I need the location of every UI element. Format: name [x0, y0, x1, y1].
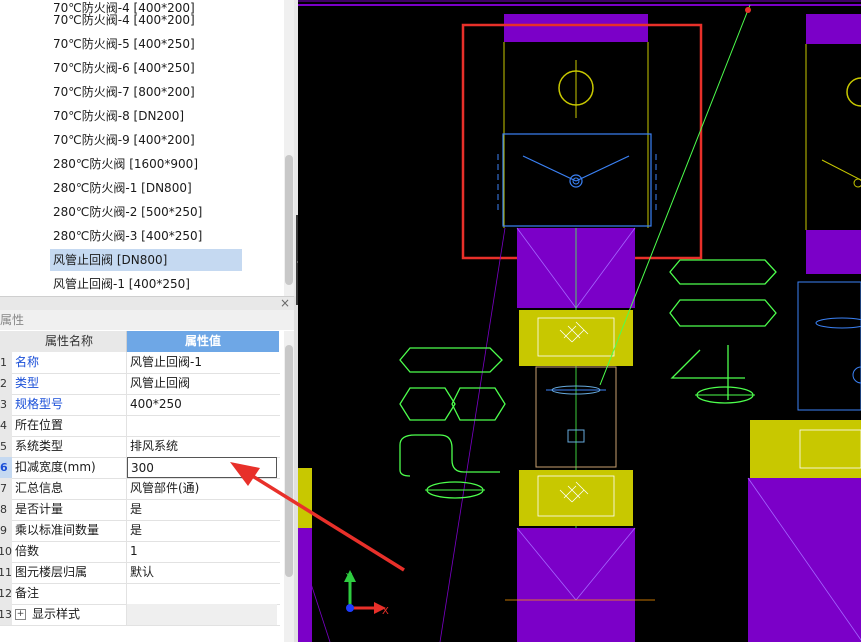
property-name: 所在位置 [12, 415, 127, 436]
expand-plus-icon[interactable]: + [15, 609, 26, 620]
axis-x-label: X [382, 606, 389, 617]
property-value [127, 604, 277, 625]
tree-item[interactable]: 70℃防火阀-8 [DN200] [50, 105, 242, 127]
cad-drawing: Y X [298, 0, 861, 642]
row-number: 3 [0, 394, 12, 415]
close-icon[interactable]: × [280, 296, 290, 310]
tree-item[interactable]: 70℃防火阀-5 [400*250] [50, 33, 242, 55]
row-number: 2 [0, 373, 12, 394]
row-number: 5 [0, 436, 12, 457]
property-name: 倍数 [12, 541, 127, 562]
property-row[interactable]: 12 备注 [0, 583, 280, 605]
left-panel: 70℃防火阀-4 [400*200] 70℃防火阀-4 [400*200] 70… [0, 0, 298, 642]
property-row-active[interactable]: 6 扣减宽度(mm) 300 [0, 457, 280, 479]
tree-item[interactable]: 70℃防火阀-6 [400*250] [50, 57, 242, 79]
duct-segment [298, 528, 312, 642]
property-name: 是否计量 [12, 499, 127, 520]
selection-highlight [461, 23, 703, 260]
row-number: 4 [0, 415, 12, 436]
properties-titlebar: × [0, 296, 298, 311]
tree-item[interactable]: 风管止回阀-1 [400*250] [50, 273, 242, 295]
property-name: 规格型号 [12, 394, 127, 415]
property-name: 汇总信息 [12, 478, 127, 499]
property-row[interactable]: 2 类型 风管止回阀 [0, 373, 280, 395]
property-value[interactable]: 1 [127, 541, 277, 562]
property-name-text: 显示样式 [32, 607, 81, 621]
property-row[interactable]: 3 规格型号 400*250 [0, 394, 280, 416]
row-number: 13 [0, 604, 12, 625]
property-name: 名称 [12, 352, 127, 373]
property-name: 乘以标准间数量 [12, 520, 127, 541]
property-value[interactable]: 排风系统 [127, 436, 277, 457]
property-row[interactable]: 8 是否计量 是 [0, 499, 280, 521]
property-value[interactable]: 风管部件(通) [127, 478, 277, 499]
property-value-editor[interactable]: 300 [127, 457, 277, 478]
row-number: 6 [0, 457, 12, 478]
tree-scrollbar-thumb[interactable] [285, 155, 293, 285]
flex-connector [750, 420, 861, 478]
property-row[interactable]: 11 图元楼层归属 默认 [0, 562, 280, 584]
property-row[interactable]: 9 乘以标准间数量 是 [0, 520, 280, 542]
property-row[interactable]: 13 + 显示样式 [0, 604, 280, 626]
axis-y-label: Y [345, 572, 353, 583]
property-name: 类型 [12, 373, 127, 394]
row-number: 9 [0, 520, 12, 541]
property-value[interactable] [127, 583, 277, 604]
tree-item[interactable]: 280℃防火阀-2 [500*250] [50, 201, 242, 223]
property-name: + 显示样式 [12, 604, 127, 625]
column-header-value: 属性值 [127, 331, 279, 352]
row-number: 11 [0, 562, 12, 583]
column-header-name: 属性名称 [12, 331, 127, 352]
tree-item[interactable]: 280℃防火阀 [1600*900] [50, 153, 242, 175]
property-row[interactable]: 7 汇总信息 风管部件(通) [0, 478, 280, 500]
leader-line [599, 4, 751, 386]
property-value[interactable]: 是 [127, 499, 277, 520]
property-value[interactable]: 风管止回阀 [127, 373, 277, 394]
row-number: 12 [0, 583, 12, 604]
property-value[interactable]: 风管止回阀-1 [127, 352, 277, 373]
property-name: 系统类型 [12, 436, 127, 457]
property-row[interactable]: 5 系统类型 排风系统 [0, 436, 280, 458]
properties-scrollbar-thumb[interactable] [285, 345, 293, 577]
property-row[interactable]: 10 倍数 1 [0, 541, 280, 563]
property-value[interactable] [127, 415, 277, 436]
tree-item-selected[interactable]: 风管止回阀 [DN800] [50, 249, 242, 271]
tree-item[interactable]: 70℃防火阀-4 [400*200] [50, 9, 242, 31]
property-value[interactable]: 400*250 [127, 394, 277, 415]
duct-segment [504, 14, 648, 42]
row-number: 7 [0, 478, 12, 499]
duct-segment [806, 14, 861, 44]
cad-canvas[interactable]: Y X [298, 0, 861, 642]
duct-segment [806, 230, 861, 274]
properties-title: 属性 [0, 310, 298, 330]
tree-item[interactable]: 280℃防火阀-3 [400*250] [50, 225, 242, 247]
property-value[interactable]: 默认 [127, 562, 277, 583]
row-number: 1 [0, 352, 12, 373]
property-name: 备注 [12, 583, 127, 604]
tree-item[interactable]: 70℃防火阀-9 [400*200] [50, 129, 242, 151]
property-row[interactable]: 1 名称 风管止回阀-1 [0, 352, 280, 374]
row-number: 10 [0, 541, 12, 562]
property-row[interactable]: 4 所在位置 [0, 415, 280, 437]
duct-segment [517, 528, 635, 642]
component-tree: 70℃防火阀-4 [400*200] 70℃防火阀-4 [400*200] 70… [0, 0, 298, 296]
duct-segment [298, 468, 312, 528]
property-value[interactable]: 是 [127, 520, 277, 541]
tree-item[interactable]: 70℃防火阀-7 [800*200] [50, 81, 242, 103]
property-name: 图元楼层归属 [12, 562, 127, 583]
property-name: 扣减宽度(mm) [12, 457, 127, 478]
row-number: 8 [0, 499, 12, 520]
tree-item[interactable]: 280℃防火阀-1 [DN800] [50, 177, 242, 199]
